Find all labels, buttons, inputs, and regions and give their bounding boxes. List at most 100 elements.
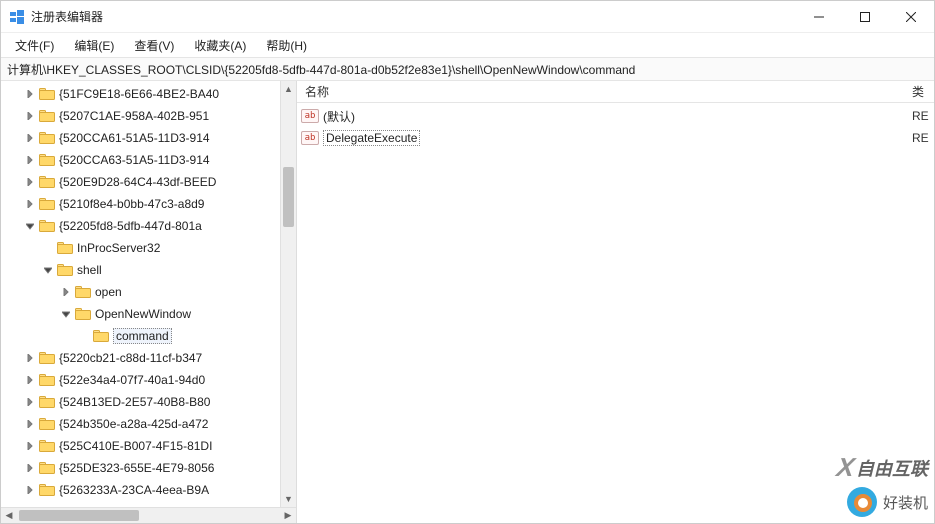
tree-node-label: {51FC9E18-6E66-4BE2-BA40 (59, 87, 219, 101)
tree-node[interactable]: InProcServer32 (1, 237, 280, 259)
app-icon (9, 9, 25, 25)
tree-view[interactable]: {51FC9E18-6E66-4BE2-BA40 {5207C1AE-958A-4… (1, 81, 280, 507)
folder-icon (93, 329, 109, 343)
value-name: DelegateExecute (323, 130, 420, 146)
tree-node[interactable]: {524B13ED-2E57-40B8-B80 (1, 391, 280, 413)
chevron-right-icon[interactable] (23, 109, 37, 123)
tree-node-label: {524B13ED-2E57-40B8-B80 (59, 395, 210, 409)
chevron-right-icon[interactable] (59, 285, 73, 299)
tree-node[interactable]: {5220cb21-c88d-11cf-b347 (1, 347, 280, 369)
tree-node-label: {525C410E-B007-4F15-81DI (59, 439, 212, 453)
tree-node[interactable]: open (1, 281, 280, 303)
tree-node[interactable]: {51FC9E18-6E66-4BE2-BA40 (1, 83, 280, 105)
tree-node-label: {522e34a4-07f7-40a1-94d0 (59, 373, 205, 387)
chevron-right-icon[interactable] (23, 417, 37, 431)
chevron-right-icon[interactable] (23, 175, 37, 189)
chevron-down-icon[interactable] (59, 307, 73, 321)
tree-node[interactable]: command (1, 325, 280, 347)
folder-icon (57, 241, 73, 255)
folder-icon (39, 87, 55, 101)
values-header: 名称 类 (297, 81, 934, 103)
chevron-right-icon[interactable] (23, 87, 37, 101)
window-controls (796, 1, 934, 33)
scroll-track[interactable] (281, 97, 296, 491)
expand-spacer (41, 241, 55, 255)
tree-node[interactable]: shell (1, 259, 280, 281)
chevron-right-icon[interactable] (23, 483, 37, 497)
tree-vertical-scrollbar[interactable]: ▲ ▼ (280, 81, 296, 507)
tree-node[interactable]: OpenNewWindow (1, 303, 280, 325)
folder-icon (39, 461, 55, 475)
chevron-right-icon[interactable] (23, 395, 37, 409)
chevron-right-icon[interactable] (23, 373, 37, 387)
folder-icon (39, 175, 55, 189)
menu-file[interactable]: 文件(F) (7, 35, 62, 56)
folder-icon (39, 131, 55, 145)
chevron-right-icon[interactable] (23, 131, 37, 145)
tree-node-label: InProcServer32 (77, 241, 160, 255)
string-value-icon: ab (301, 131, 319, 145)
scroll-left-icon[interactable]: ◀ (1, 508, 17, 523)
column-type[interactable]: 类 (904, 83, 934, 100)
tree-node-label: {5263233A-23CA-4eea-B9A (59, 483, 209, 497)
tree-node[interactable]: {520CCA61-51A5-11D3-914 (1, 127, 280, 149)
value-row[interactable]: abDelegateExecuteRE (297, 127, 934, 149)
values-pane: 名称 类 ab(默认)REabDelegateExecuteRE (297, 81, 934, 523)
tree-node-label: open (95, 285, 122, 299)
address-bar[interactable]: 计算机\HKEY_CLASSES_ROOT\CLSID\{52205fd8-5d… (1, 57, 934, 81)
chevron-right-icon[interactable] (23, 461, 37, 475)
chevron-right-icon[interactable] (23, 439, 37, 453)
tree-node-label: {524b350e-a28a-425d-a472 (59, 417, 208, 431)
scroll-thumb[interactable] (283, 167, 294, 227)
tree-node[interactable]: {524b350e-a28a-425d-a472 (1, 413, 280, 435)
value-type: RE (904, 109, 934, 123)
scroll-down-icon[interactable]: ▼ (281, 491, 296, 507)
tree-node-label: OpenNewWindow (95, 307, 191, 321)
scroll-track-h[interactable] (17, 508, 280, 523)
tree-node[interactable]: {525DE323-655E-4E79-8056 (1, 457, 280, 479)
maximize-button[interactable] (842, 1, 888, 33)
string-value-icon: ab (301, 109, 319, 123)
tree-horizontal-scrollbar[interactable]: ◀ ▶ (1, 507, 296, 523)
main-split: {51FC9E18-6E66-4BE2-BA40 {5207C1AE-958A-4… (1, 81, 934, 523)
address-text: 计算机\HKEY_CLASSES_ROOT\CLSID\{52205fd8-5d… (7, 61, 635, 78)
minimize-button[interactable] (796, 1, 842, 33)
close-button[interactable] (888, 1, 934, 33)
menu-help[interactable]: 帮助(H) (258, 35, 315, 56)
scroll-thumb-h[interactable] (19, 510, 139, 521)
chevron-down-icon[interactable] (41, 263, 55, 277)
folder-icon (39, 439, 55, 453)
tree-node[interactable]: {525C410E-B007-4F15-81DI (1, 435, 280, 457)
tree-node[interactable]: {520CCA63-51A5-11D3-914 (1, 149, 280, 171)
tree-node-label: {52205fd8-5dfb-447d-801a (59, 219, 202, 233)
values-list[interactable]: ab(默认)REabDelegateExecuteRE (297, 103, 934, 523)
menu-favorites[interactable]: 收藏夹(A) (186, 35, 254, 56)
folder-icon (39, 373, 55, 387)
tree-node[interactable]: {522e34a4-07f7-40a1-94d0 (1, 369, 280, 391)
menu-bar: 文件(F) 编辑(E) 查看(V) 收藏夹(A) 帮助(H) (1, 33, 934, 57)
chevron-right-icon[interactable] (23, 351, 37, 365)
tree-node[interactable]: {520E9D28-64C4-43df-BEED (1, 171, 280, 193)
tree-pane: {51FC9E18-6E66-4BE2-BA40 {5207C1AE-958A-4… (1, 81, 297, 523)
chevron-right-icon[interactable] (23, 197, 37, 211)
menu-edit[interactable]: 编辑(E) (66, 35, 122, 56)
folder-icon (39, 219, 55, 233)
column-name[interactable]: 名称 (297, 83, 904, 100)
value-row[interactable]: ab(默认)RE (297, 105, 934, 127)
tree-node[interactable]: {52205fd8-5dfb-447d-801a (1, 215, 280, 237)
scroll-up-icon[interactable]: ▲ (281, 81, 296, 97)
titlebar: 注册表编辑器 (1, 1, 934, 33)
folder-icon (39, 351, 55, 365)
tree-node[interactable]: {5263233A-23CA-4eea-B9A (1, 479, 280, 501)
scroll-right-icon[interactable]: ▶ (280, 508, 296, 523)
folder-icon (75, 285, 91, 299)
folder-icon (39, 109, 55, 123)
registry-editor-window: 注册表编辑器 文件(F) 编辑(E) 查看(V) 收藏夹(A) 帮助(H) 计算… (0, 0, 935, 524)
tree-node[interactable]: {5207C1AE-958A-402B-951 (1, 105, 280, 127)
tree-node[interactable]: {5210f8e4-b0bb-47c3-a8d9 (1, 193, 280, 215)
menu-view[interactable]: 查看(V) (126, 35, 182, 56)
folder-icon (39, 395, 55, 409)
chevron-down-icon[interactable] (23, 219, 37, 233)
chevron-right-icon[interactable] (23, 153, 37, 167)
tree-node-label: command (113, 328, 172, 344)
